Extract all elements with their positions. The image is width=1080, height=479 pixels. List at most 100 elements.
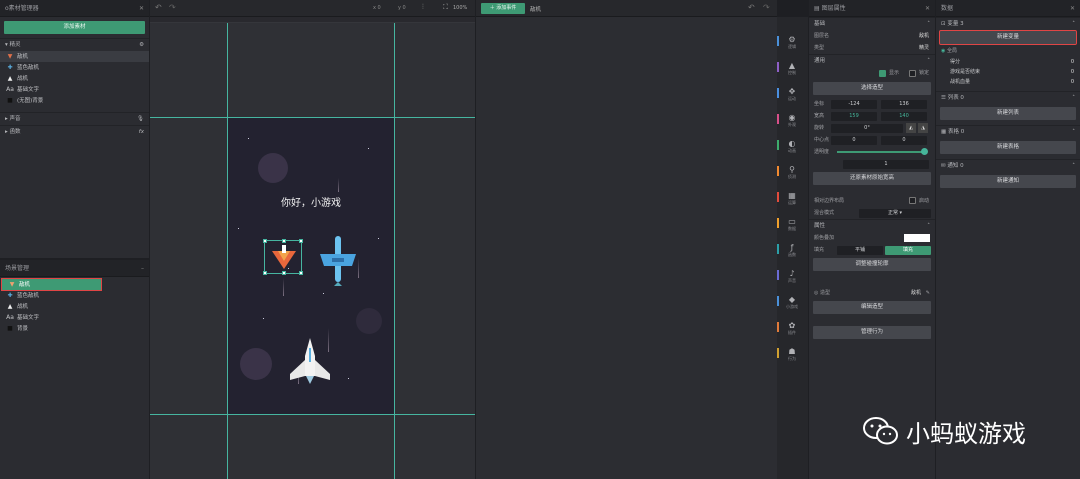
tab-icon: ◉ [788, 113, 796, 122]
y-input[interactable]: 136 [881, 99, 927, 109]
tab-11[interactable]: ✿ 插件 [777, 321, 807, 336]
tab-color-bar [777, 140, 779, 150]
tab-1[interactable]: ▲ 控制 [777, 61, 807, 76]
tab-2[interactable]: ✥ 运动 [777, 87, 807, 102]
collapse-icon[interactable]: – [141, 260, 144, 277]
variable-row[interactable]: 战机血量 0 [936, 77, 1080, 87]
tab-8[interactable]: ƒ 函数 [777, 243, 807, 258]
lock-checkbox[interactable] [909, 70, 916, 77]
sprite-group-header[interactable]: ▾ 精灵 ⚙ [0, 38, 149, 51]
zoom-level[interactable]: 100% [453, 5, 467, 11]
undo-icon[interactable]: ↶ [748, 3, 755, 12]
opacity-slider-handle[interactable] [921, 148, 928, 155]
color-swatch[interactable] [904, 234, 930, 242]
guide-line-right [394, 23, 395, 479]
tab-0[interactable]: ⚙ 逻辑 [777, 35, 807, 50]
new-list-button[interactable]: 新建列表 [940, 107, 1076, 120]
event-tab-enemy[interactable]: 敌机 [530, 5, 541, 13]
tables-section[interactable]: ▦ 表格 0 ˄ [936, 125, 1080, 138]
tab-3[interactable]: ◉ 外观 [777, 113, 807, 128]
general-section[interactable]: 通用 ˄ [809, 54, 935, 67]
fill-tile-option[interactable]: 平铺 [837, 245, 883, 255]
new-notice-button[interactable]: 新建通知 [940, 175, 1076, 188]
tab-icon: ⚲ [789, 165, 795, 174]
tab-label: 运动 [788, 96, 796, 101]
asset-item-background[interactable]: ■ (无图)背景 [0, 95, 149, 106]
asset-item-text[interactable]: Aa 基础文字 [0, 84, 149, 95]
redo-icon[interactable]: ↷ [169, 3, 176, 12]
function-group-header[interactable]: ▸ 函数 fx [0, 125, 149, 138]
height-input[interactable]: 140 [881, 111, 927, 121]
scene-item-text[interactable]: Aa 基础文字 [0, 312, 149, 323]
tab-7[interactable]: ▭ 数据 [777, 217, 807, 232]
glow-decoration [356, 308, 382, 334]
tab-4[interactable]: ◐ 动画 [777, 139, 807, 154]
enemy-sprite-selected[interactable] [263, 239, 303, 275]
fill-fill-option[interactable]: 填充 [885, 245, 931, 255]
notices-section[interactable]: ✉ 通知 0 ˄ [936, 159, 1080, 172]
physics-checkbox[interactable] [909, 197, 916, 204]
edit-shape-button[interactable]: 编辑造型 [813, 301, 931, 314]
event-workspace[interactable] [476, 17, 777, 479]
close-icon[interactable]: ✕ [139, 0, 144, 17]
restore-size-button[interactable]: 还原素材原始宽高 [813, 172, 931, 185]
attribute-section[interactable]: 属性 ˄ [809, 219, 935, 232]
add-asset-button[interactable]: 添加素材 [4, 21, 145, 34]
variables-section[interactable]: ⊡ 变量 3 ˄ [936, 17, 1080, 30]
center-x-input[interactable]: 0 [831, 135, 877, 145]
scene-item-background[interactable]: ■ 背景 [0, 323, 149, 334]
basic-section[interactable]: 基础 ˄ [809, 17, 935, 30]
add-event-button[interactable]: ＋ 添加事件 [481, 3, 525, 14]
opacity-slider[interactable] [837, 151, 927, 153]
layer-name: 敌机 [918, 33, 929, 39]
fit-icon[interactable]: ⛶ [443, 3, 448, 12]
new-variable-button[interactable]: 新建变量 [939, 30, 1077, 45]
blend-mode-select[interactable]: 正常 ▾ [859, 208, 931, 218]
tab-color-bar [777, 244, 779, 254]
scene-item-fighter[interactable]: ▲ 战机 [0, 301, 149, 312]
table-icon: ▦ [941, 129, 948, 135]
flip-vertical-icon[interactable]: ◮ [918, 123, 928, 133]
background-icon: ■ [7, 325, 13, 332]
blue-enemy-sprite[interactable] [318, 236, 358, 286]
align-icon[interactable]: ⫶ [422, 3, 424, 12]
scene-item-blue-enemy[interactable]: ✚ 蓝色敌机 [0, 290, 149, 301]
asset-item-blue-enemy[interactable]: ✚ 蓝色敌机 [0, 62, 149, 73]
sound-group-header[interactable]: ▸ 声音 🎙 [0, 112, 149, 125]
asset-item-fighter[interactable]: ▲ 战机 [0, 73, 149, 84]
tab-color-bar [777, 166, 779, 176]
opacity-input[interactable]: 1 [843, 159, 929, 169]
width-input[interactable]: 159 [831, 111, 877, 121]
variable-row[interactable]: 得分 0 [936, 57, 1080, 67]
undo-icon[interactable]: ↶ [155, 3, 162, 12]
variable-row[interactable]: 游戏是否结束 0 [936, 67, 1080, 77]
tab-6[interactable]: ▦ 运算 [777, 191, 807, 206]
enemy-plane-icon: ▼ [9, 281, 15, 288]
edit-pencil-icon[interactable]: ✎ [926, 287, 930, 299]
manage-behavior-button[interactable]: 管理行为 [813, 326, 931, 339]
adjust-collision-button[interactable]: 调整碰撞轮廓 [813, 258, 931, 271]
flip-horizontal-icon[interactable]: ◭ [906, 123, 916, 133]
choose-shape-button[interactable]: 选择造型 [813, 82, 931, 95]
fighter-sprite[interactable] [288, 338, 332, 388]
show-checkbox[interactable] [879, 70, 886, 77]
tab-9[interactable]: ♪ 声音 [777, 269, 807, 284]
tab-5[interactable]: ⚲ 侦测 [777, 165, 807, 180]
new-table-button[interactable]: 新建表格 [940, 141, 1076, 154]
rotation-input[interactable]: 0° [831, 123, 903, 133]
x-input[interactable]: -124 [831, 99, 877, 109]
tab-color-bar [777, 296, 779, 306]
close-icon[interactable]: ✕ [1070, 0, 1075, 17]
redo-icon[interactable]: ↷ [763, 3, 770, 12]
asset-item-enemy[interactable]: ▼ 敌机 [0, 51, 149, 62]
game-stage[interactable]: 你好，小游戏 [228, 118, 394, 414]
tab-12[interactable]: ☗ 行为 [777, 347, 807, 362]
function-icon[interactable]: fx [139, 126, 144, 139]
tab-label: 控制 [788, 70, 796, 75]
lists-section[interactable]: ☰ 列表 0 ˄ [936, 91, 1080, 104]
center-y-input[interactable]: 0 [881, 135, 927, 145]
scene-item-enemy[interactable]: ▼ 敌机 [1, 278, 102, 291]
close-icon[interactable]: ✕ [925, 0, 930, 17]
stage-canvas[interactable]: 你好，小游戏 [150, 23, 475, 479]
tab-10[interactable]: ◆ 小游戏 [777, 295, 807, 310]
